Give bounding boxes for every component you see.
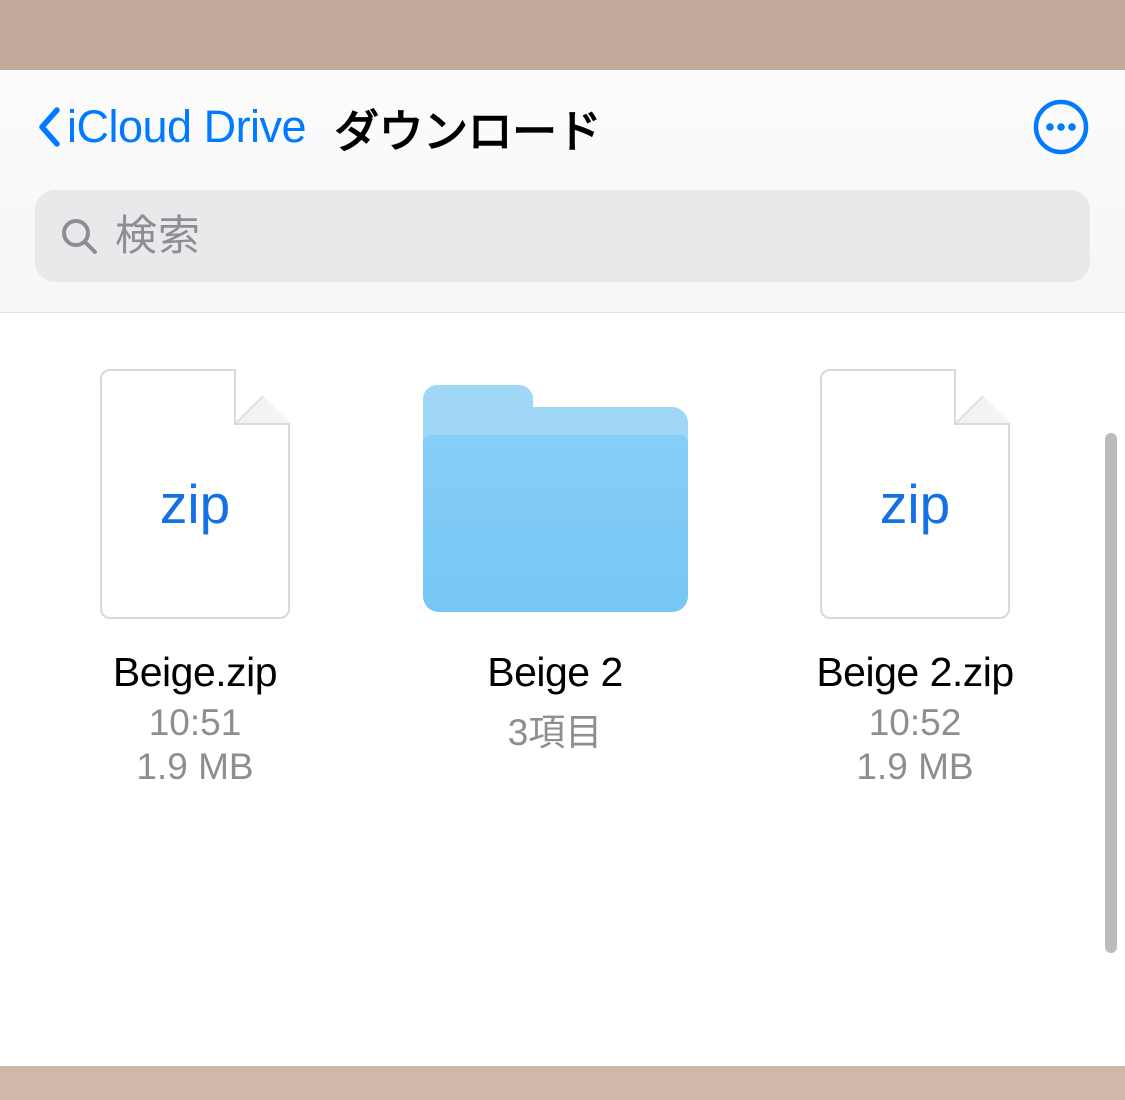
folder-icon-wrap	[423, 369, 688, 619]
file-item[interactable]: zip Beige 2.zip 10:52 1.9 MB	[770, 369, 1060, 788]
item-count: 3項目	[508, 702, 603, 756]
item-size: 1.9 MB	[856, 746, 973, 788]
bottom-border	[0, 1066, 1125, 1100]
scrollbar[interactable]	[1105, 433, 1117, 953]
navigation-bar: iCloud Drive ダウンロード	[0, 70, 1125, 313]
file-item[interactable]: zip Beige.zip 10:51 1.9 MB	[50, 369, 340, 788]
page-title: ダウンロード	[334, 95, 601, 160]
item-size: 1.9 MB	[136, 746, 253, 788]
more-options-button[interactable]	[1032, 98, 1090, 156]
file-extension-label: zip	[880, 472, 950, 536]
content-area: zip Beige.zip 10:51 1.9 MB Beige 2 3項目	[0, 313, 1125, 1066]
back-label: iCloud Drive	[67, 101, 306, 153]
items-grid: zip Beige.zip 10:51 1.9 MB Beige 2 3項目	[50, 369, 1060, 1066]
zip-file-icon: zip	[100, 369, 290, 619]
item-timestamp: 10:52	[869, 702, 962, 744]
search-input[interactable]	[115, 212, 1066, 260]
item-name: Beige.zip	[113, 649, 277, 696]
item-name: Beige 2	[487, 649, 623, 696]
folder-item[interactable]: Beige 2 3項目	[410, 369, 700, 758]
file-icon-wrap: zip	[100, 369, 290, 619]
search-bar[interactable]	[35, 190, 1090, 282]
item-timestamp: 10:51	[149, 702, 242, 744]
search-icon	[59, 216, 99, 256]
zip-file-icon: zip	[820, 369, 1010, 619]
back-button[interactable]: iCloud Drive	[35, 101, 306, 153]
chevron-left-icon	[35, 103, 63, 151]
ellipsis-circle-icon	[1033, 99, 1089, 155]
folder-icon	[423, 407, 688, 612]
file-extension-label: zip	[160, 472, 230, 536]
files-app-window: iCloud Drive ダウンロード	[0, 70, 1125, 1066]
item-name: Beige 2.zip	[816, 649, 1013, 696]
nav-row: iCloud Drive ダウンロード	[35, 92, 1090, 162]
file-icon-wrap: zip	[820, 369, 1010, 619]
